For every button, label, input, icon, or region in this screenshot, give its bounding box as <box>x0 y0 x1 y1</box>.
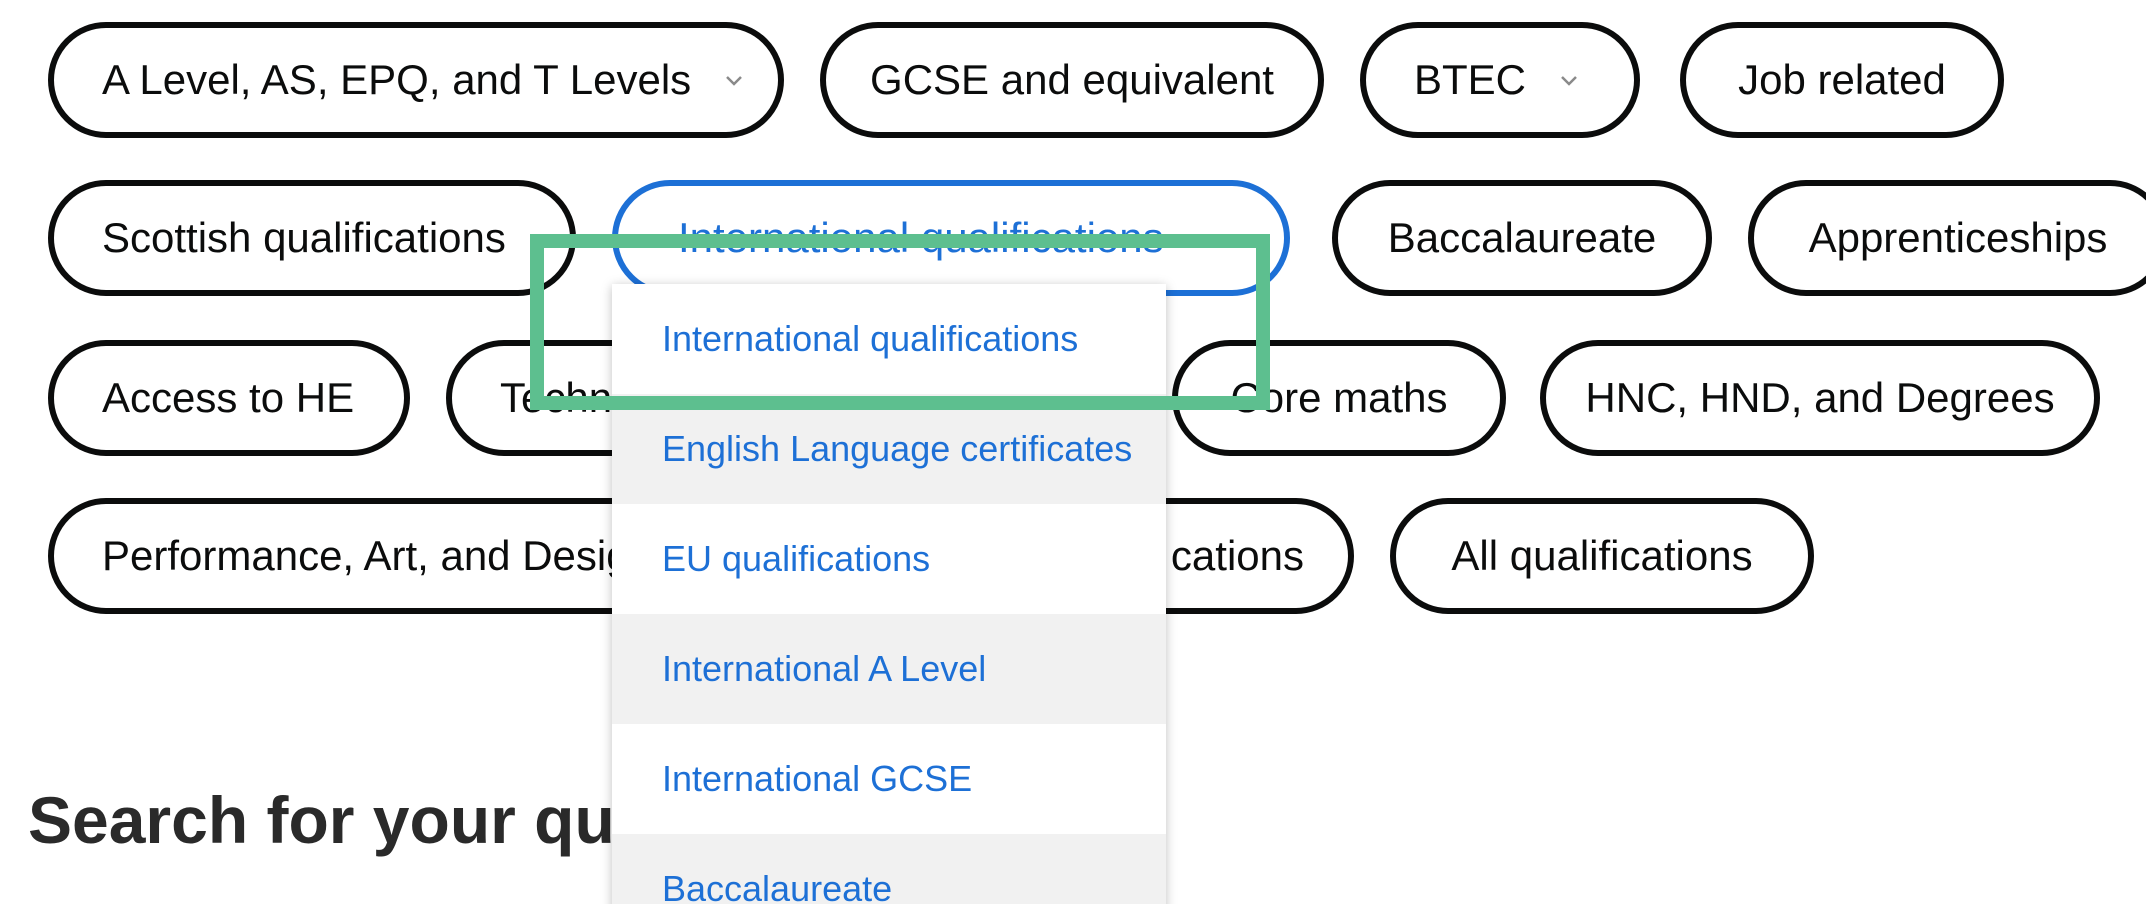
chevron-down-icon <box>1556 67 1582 93</box>
filter-access-to-he[interactable]: Access to HE <box>48 340 410 456</box>
filter-international[interactable]: International qualifications <box>612 180 1290 296</box>
dropdown-item[interactable]: International A Level <box>612 614 1166 724</box>
filter-label: HNC, HND, and Degrees <box>1585 374 2055 421</box>
filter-hnc-hnd-degrees[interactable]: HNC, HND, and Degrees <box>1540 340 2100 456</box>
dropdown-item[interactable]: EU qualifications <box>612 504 1166 614</box>
filter-gcse[interactable]: GCSE and equivalent <box>820 22 1324 138</box>
qualification-filter-page: A Level, AS, EPQ, and T Levels GCSE and … <box>0 0 2146 904</box>
filter-label: Core maths <box>1230 374 1448 421</box>
filter-label: Techn <box>500 374 613 421</box>
filter-scottish[interactable]: Scottish qualifications <box>48 180 576 296</box>
dropdown-item[interactable]: International qualifications <box>612 284 1166 394</box>
filter-label: All qualifications <box>1451 532 1753 579</box>
filter-label: cations <box>1170 532 1304 579</box>
filter-btec[interactable]: BTEC <box>1360 22 1640 138</box>
filter-apprenticeships[interactable]: Apprenticeships <box>1748 180 2146 296</box>
filter-label: GCSE and equivalent <box>870 56 1274 103</box>
filter-label: A Level, AS, EPQ, and T Levels <box>102 56 692 103</box>
filter-baccalaureate[interactable]: Baccalaureate <box>1332 180 1712 296</box>
filter-all-qualifications[interactable]: All qualifications <box>1390 498 1814 614</box>
filter-label: Baccalaureate <box>1387 214 1657 261</box>
filter-label: Scottish qualifications <box>102 214 506 261</box>
search-heading: Search for your qu <box>28 783 615 857</box>
filter-a-level[interactable]: A Level, AS, EPQ, and T Levels <box>48 22 784 138</box>
filter-label: International qualifications <box>678 214 1164 261</box>
filter-performance-art-design[interactable]: Performance, Art, and Desig <box>48 498 688 614</box>
dropdown-item[interactable]: English Language certificates <box>612 394 1166 504</box>
filter-label: Performance, Art, and Desig <box>102 532 630 579</box>
filter-job-related[interactable]: Job related <box>1680 22 2004 138</box>
filter-label: BTEC <box>1414 56 1527 103</box>
filter-label: Access to HE <box>102 374 355 421</box>
international-qualifications-dropdown: International qualifications English Lan… <box>612 284 1166 904</box>
filter-core-maths[interactable]: Core maths <box>1172 340 1506 456</box>
filter-label: Apprenticeships <box>1808 214 2108 261</box>
dropdown-item[interactable]: International GCSE <box>612 724 1166 834</box>
dropdown-item[interactable]: Baccalaureate <box>612 834 1166 904</box>
filter-label: Job related <box>1738 56 1946 103</box>
chevron-down-icon <box>1194 225 1220 251</box>
chevron-down-icon <box>721 67 747 93</box>
